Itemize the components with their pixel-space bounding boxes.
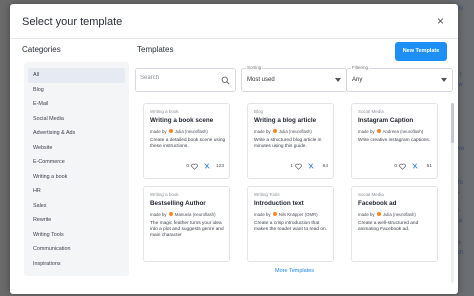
filtering-value: Any — [352, 77, 363, 83]
search-input[interactable] — [140, 75, 210, 81]
templates-scrollbar[interactable] — [451, 103, 454, 283]
card-title: Bestselling Author — [150, 200, 206, 207]
category-item-writing-tools[interactable]: Writing Tools — [28, 228, 125, 243]
category-item-hr[interactable]: HR — [28, 184, 125, 199]
like-count: 0 — [394, 164, 397, 169]
card-author: made by Julia (neuroflash) — [358, 212, 416, 217]
chevron-down-icon — [441, 78, 447, 82]
template-card[interactable]: Social Media Instagram Caption made by A… — [351, 103, 438, 179]
card-category: Social Media — [358, 109, 384, 114]
card-title: Writing a book scene — [150, 117, 214, 124]
card-author: made by Andreea (neuroflash) — [358, 129, 424, 134]
card-description: Create a crisp introduction that makes t… — [254, 221, 328, 232]
like-count: 0 — [186, 164, 189, 169]
background-page-left — [0, 0, 10, 296]
category-item-inspirations[interactable]: Inspirations — [28, 257, 125, 272]
category-item-communication[interactable]: Communication — [28, 242, 125, 257]
category-item-sales[interactable]: Sales — [28, 199, 125, 214]
template-card[interactable]: Writing Tools Introduction text made by … — [247, 186, 334, 262]
filtering-label: Filtering — [351, 65, 370, 70]
card-author: made by Nils Knäpper (OMR) — [254, 212, 318, 217]
card-category: Writing a book — [150, 109, 179, 114]
like-count: 1 — [290, 164, 293, 169]
category-item-email[interactable]: E-Mail — [28, 97, 125, 112]
filtering-select[interactable]: Filtering Any — [346, 65, 453, 92]
card-description: The magic feather turns your idea into a… — [150, 221, 224, 238]
category-list: All Blog E-Mail Social Media Advertising… — [24, 62, 129, 276]
usage-icon — [412, 163, 418, 169]
search-field[interactable] — [135, 68, 236, 92]
usage-icon — [308, 163, 314, 169]
heart-icon[interactable] — [191, 163, 198, 170]
categories-heading: Categories — [22, 45, 61, 54]
card-author: made by Julia (neuroflash) — [150, 129, 208, 134]
usage-count: 123 — [215, 164, 224, 169]
template-modal: Select your template × Categories All Bl… — [10, 4, 458, 294]
neuroflash-icon — [168, 212, 173, 216]
heart-icon[interactable] — [399, 163, 406, 170]
card-title: Writing a blog article — [254, 117, 317, 124]
category-item-website[interactable]: Website — [28, 141, 125, 156]
category-item-blog[interactable]: Blog — [28, 83, 125, 98]
card-category: Social Media — [358, 192, 384, 197]
usage-count: 64 — [322, 164, 328, 169]
scrollbar-thumb[interactable] — [451, 103, 454, 143]
neuroflash-icon — [168, 129, 173, 133]
sorting-value: Most used — [247, 77, 275, 83]
header-divider — [10, 38, 458, 39]
template-card[interactable]: Social Media Facebook ad made by Julia (… — [351, 186, 438, 262]
card-category: Writing a book — [150, 192, 179, 197]
omr-icon — [272, 212, 277, 216]
neuroflash-icon — [376, 212, 381, 216]
category-item-all[interactable]: All — [28, 68, 125, 83]
template-card[interactable]: Writing a book Writing a book scene made… — [143, 103, 230, 179]
card-description: Write creative instagram captions. — [358, 138, 431, 143]
usage-icon — [204, 163, 210, 169]
chevron-down-icon — [335, 78, 341, 82]
category-item-social-media[interactable]: Social Media — [28, 112, 125, 127]
category-item-advertising[interactable]: Advertising & Ads — [28, 126, 125, 141]
category-item-rewrite[interactable]: Rewrite — [28, 213, 125, 228]
heart-icon[interactable] — [295, 163, 302, 170]
template-card[interactable]: Blog Writing a blog article made by Juli… — [247, 103, 334, 179]
card-category: Blog — [254, 109, 264, 114]
sorting-label: Sorting — [246, 65, 263, 70]
card-description: Write a structured blog article in minut… — [254, 138, 322, 149]
close-button[interactable]: × — [437, 15, 444, 27]
card-description: Create a detailed book scene using these… — [150, 138, 226, 149]
card-title: Introduction text — [254, 200, 304, 207]
usage-count: 51 — [426, 164, 432, 169]
sorting-select[interactable]: Sorting Most used — [241, 65, 347, 92]
card-title: Instagram Caption — [358, 117, 414, 124]
neuroflash-icon — [376, 129, 381, 133]
search-icon[interactable] — [221, 76, 230, 85]
category-item-ecommerce[interactable]: E-Commerce — [28, 155, 125, 170]
card-author: made by Manuela (neuroflash) — [150, 212, 216, 217]
card-category: Writing Tools — [254, 192, 280, 197]
card-author: made by Julia (neuroflash) — [254, 129, 312, 134]
card-description: Create a well-structured and animating F… — [358, 221, 419, 232]
modal-title: Select your template — [22, 16, 123, 28]
new-template-button[interactable]: New Template — [395, 42, 447, 61]
more-templates-button[interactable]: More Templates — [275, 268, 314, 274]
neuroflash-icon — [272, 129, 277, 133]
template-card[interactable]: Writing a book Bestselling Author made b… — [143, 186, 230, 262]
category-item-writing-a-book[interactable]: Writing a book — [28, 170, 125, 185]
templates-heading: Templates — [137, 45, 174, 54]
card-title: Facebook ad — [358, 200, 397, 207]
